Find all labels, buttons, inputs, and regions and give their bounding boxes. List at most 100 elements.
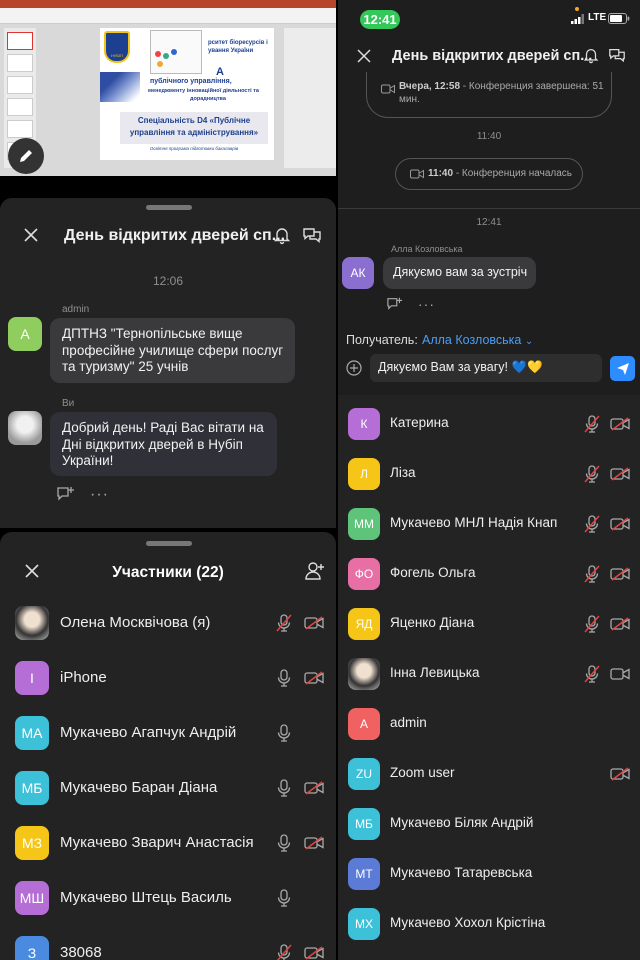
more-options-button[interactable]: ··· bbox=[90, 486, 109, 504]
slide-line-b: менеджменту інноваційної діяльності та bbox=[148, 88, 259, 94]
avatar bbox=[15, 605, 49, 640]
chat-bubbles-icon bbox=[608, 46, 626, 64]
threads-button[interactable] bbox=[608, 46, 626, 64]
participant-name: Яценко Діана bbox=[390, 615, 475, 630]
message-bubble[interactable]: Добрий день! Раді Вас вітати на Дні відк… bbox=[50, 412, 277, 476]
attach-button[interactable] bbox=[346, 360, 362, 376]
participant-row[interactable]: МА Мукачево Агапчук Андрій bbox=[0, 705, 336, 760]
avatar: I bbox=[15, 660, 49, 695]
participant-name: Мукачево Штець Василь bbox=[60, 888, 232, 906]
participant-row[interactable]: МЗ Мукачево Зварич Анастасія bbox=[0, 815, 336, 870]
mic-icon bbox=[276, 668, 292, 687]
recipient-label: Получатель: bbox=[346, 333, 418, 347]
participant-row[interactable]: ФО Фогель Ольга bbox=[338, 549, 640, 599]
message-bubble[interactable]: ДПТНЗ "Тернопільське вище професійне учи… bbox=[50, 318, 295, 383]
avatar: A bbox=[8, 317, 42, 351]
threads-button[interactable] bbox=[302, 225, 322, 245]
mic-muted-icon bbox=[276, 613, 292, 632]
close-chat-button[interactable] bbox=[356, 48, 372, 64]
bell-icon bbox=[582, 46, 600, 64]
avatar: ZU bbox=[348, 758, 380, 790]
invite-button[interactable] bbox=[304, 560, 326, 582]
participant-name: Zoom user bbox=[390, 765, 455, 780]
slide-spec-2: управління та адміністрування» bbox=[129, 128, 259, 137]
participant-row[interactable]: МТ Мукачево Татаревська bbox=[338, 849, 640, 899]
avatar: ФО bbox=[348, 558, 380, 590]
participant-row[interactable]: МХ Мукачево Хохол Крістіна bbox=[338, 899, 640, 949]
mic-icon bbox=[276, 888, 292, 907]
participant-name: Олена Москвічова (я) bbox=[60, 613, 211, 631]
slide-canvas: НУБІП рситет біоресурсів і ування Україн… bbox=[100, 28, 274, 160]
message-sender: Алла Козловська bbox=[391, 244, 463, 254]
nubip-logo: НУБІП bbox=[104, 31, 130, 63]
drag-handle[interactable] bbox=[146, 541, 192, 546]
video-icon bbox=[381, 84, 395, 94]
avatar: МБ bbox=[15, 770, 49, 805]
right-participants-list: К Катерина Л Ліза ММ Мукачево МНЛ Надія Кнап Ф… bbox=[338, 399, 640, 959]
participant-row[interactable]: Олена Москвічова (я) bbox=[0, 595, 336, 650]
video-off-icon bbox=[610, 767, 630, 781]
add-reaction-button[interactable] bbox=[56, 485, 76, 503]
message-bubble[interactable]: Дякуємо вам за зустріч bbox=[383, 257, 536, 289]
video-icon bbox=[410, 169, 424, 179]
more-options-button[interactable]: ··· bbox=[418, 296, 435, 312]
participant-row[interactable]: МШ Мукачево Штець Василь bbox=[0, 870, 336, 925]
notifications-button[interactable] bbox=[582, 46, 600, 64]
avatar: МТ bbox=[348, 858, 380, 890]
recipient-select[interactable]: Алла Козловська ⌄ bbox=[422, 333, 533, 347]
annotate-button[interactable] bbox=[8, 138, 44, 174]
participant-row[interactable]: Інна Левицька bbox=[338, 649, 640, 699]
participants-panel: Участники (22) Олена Москвічова (я) IiPho… bbox=[0, 532, 336, 960]
status-time: 12:41 bbox=[360, 10, 400, 29]
close-chat-button[interactable] bbox=[22, 226, 40, 244]
add-reaction-button[interactable] bbox=[386, 296, 404, 312]
participant-name: Ліза bbox=[390, 465, 416, 480]
right-phone: 12:41 LTE День відкритих дверей сп... Вч… bbox=[338, 0, 640, 960]
video-off-icon bbox=[304, 615, 324, 630]
participant-name: Мукачево Агапчук Андрій bbox=[60, 723, 237, 741]
message-input[interactable]: Дякуємо Вам за увагу! 💙💛 bbox=[370, 354, 602, 382]
participant-name: Фогель Ольга bbox=[390, 565, 476, 580]
message-sender: admin bbox=[62, 304, 90, 315]
mic-muted-icon bbox=[584, 565, 600, 583]
avatar: МА bbox=[15, 715, 49, 750]
signal-icon bbox=[571, 14, 585, 24]
participant-row[interactable]: IiPhone bbox=[0, 650, 336, 705]
mic-icon bbox=[276, 778, 292, 797]
conference-started-notice: 11:40 - Конференция началась bbox=[395, 158, 583, 190]
slide-header-1: рситет біоресурсів і bbox=[208, 40, 268, 46]
bell-icon bbox=[272, 225, 292, 245]
chat-timestamp: 11:40 bbox=[476, 131, 502, 142]
mic-muted-icon bbox=[584, 515, 600, 533]
participant-name: iPhone bbox=[60, 668, 107, 686]
mic-muted-icon bbox=[584, 415, 600, 433]
participant-row[interactable]: К Катерина bbox=[338, 399, 640, 449]
battery-icon bbox=[608, 13, 630, 24]
participant-name: Мукачево Баран Діана bbox=[60, 778, 218, 796]
slide-screenshot: НУБІП рситет біоресурсів і ування Україн… bbox=[0, 0, 336, 176]
send-button[interactable] bbox=[610, 356, 635, 381]
participant-row[interactable]: ЯД Яценко Діана bbox=[338, 599, 640, 649]
video-off-icon bbox=[610, 517, 630, 531]
video-off-icon bbox=[610, 417, 630, 431]
participant-row[interactable]: З 38068 bbox=[0, 925, 336, 960]
video-off-icon bbox=[304, 670, 324, 685]
participant-row[interactable]: Aadmin bbox=[338, 699, 640, 749]
chat-bubbles-icon bbox=[302, 225, 322, 245]
notifications-button[interactable] bbox=[272, 225, 292, 245]
chat-timestamp: 12:06 bbox=[152, 274, 184, 288]
drag-handle[interactable] bbox=[146, 205, 192, 210]
participant-row[interactable]: ZU Zoom user bbox=[338, 749, 640, 799]
participant-row[interactable]: ММ Мукачево МНЛ Надія Кнап bbox=[338, 499, 640, 549]
participant-row[interactable]: МБ Мукачево Біляк Андрій bbox=[338, 799, 640, 849]
video-off-icon bbox=[610, 567, 630, 581]
pencil-icon bbox=[18, 148, 34, 164]
video-off-icon bbox=[610, 467, 630, 481]
video-icon bbox=[610, 667, 630, 681]
video-off-icon bbox=[304, 835, 324, 850]
slide-header-2: ування України bbox=[208, 48, 254, 54]
participant-row[interactable]: МБ Мукачево Баран Діана bbox=[0, 760, 336, 815]
participant-row[interactable]: Л Ліза bbox=[338, 449, 640, 499]
avatar: МШ bbox=[15, 880, 49, 915]
participant-name: Мукачево Хохол Крістіна bbox=[390, 915, 546, 930]
